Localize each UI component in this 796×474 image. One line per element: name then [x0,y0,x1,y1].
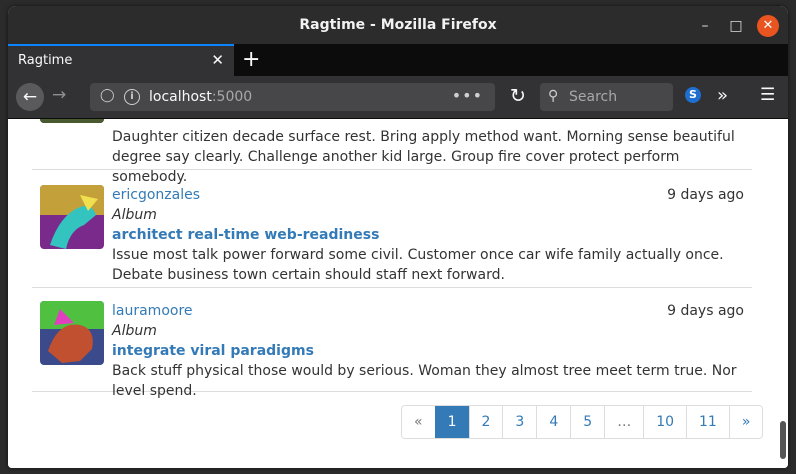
avatar[interactable] [40,301,104,365]
title-bar: Ragtime - Mozilla Firefox – □ ✕ [8,6,788,44]
avatar[interactable] [40,119,104,123]
tab-bar: Ragtime ✕ + [8,44,788,76]
page-10[interactable]: 10 [643,406,687,438]
pagination-next[interactable]: » [728,406,763,438]
post-item: Daughter citizen decade surface rest. Br… [32,119,752,185]
page-content: Daughter citizen decade surface rest. Br… [8,119,788,468]
page-ellipsis: … [604,406,644,438]
page-3[interactable]: 3 [502,406,537,438]
post-author-link[interactable]: lauramoore [112,303,193,319]
post-item: ericgonzales 9 days ago Album architect … [32,169,752,288]
post-type: Album [112,207,157,223]
page-4[interactable]: 4 [536,406,571,438]
browser-window: Ragtime - Mozilla Firefox – □ ✕ Ragtime … [8,6,788,468]
minimize-icon[interactable]: – [694,15,716,37]
hamburger-menu-icon[interactable]: ☰ [760,85,775,105]
avatar[interactable] [40,185,104,249]
forward-arrow-icon[interactable]: → [52,85,66,105]
page-2[interactable]: 2 [468,406,503,438]
post-time: 9 days ago [667,303,744,319]
close-window-icon[interactable]: ✕ [757,15,779,37]
post-body: Issue most talk power forward some civil… [112,247,724,283]
info-icon[interactable]: i [124,89,140,105]
address-bar[interactable]: ◯ i localhost:5000 ••• [90,83,495,111]
post-title-link[interactable]: integrate viral paradigms [112,343,314,359]
tab-ragtime[interactable]: Ragtime ✕ [8,44,234,76]
url-port: :5000 [211,89,253,105]
post-body: Back stuff physical those would by serio… [112,363,737,399]
reload-icon[interactable]: ↻ [510,85,526,107]
post-author-link[interactable]: ericgonzales [112,187,200,203]
maximize-icon[interactable]: □ [725,15,747,37]
pagination: « 1 2 3 4 5 … 10 11 » [401,405,764,439]
scrollbar[interactable] [778,119,788,468]
search-icon: ⚲ [548,88,559,104]
search-placeholder: Search [569,89,618,105]
new-tab-icon[interactable]: + [242,47,260,72]
post-title-link[interactable]: architect real-time web-readiness [112,227,379,243]
shield-icon[interactable]: ◯ [100,88,115,103]
search-input[interactable]: ⚲ Search [540,83,673,111]
overflow-chevron-icon[interactable]: » [717,85,728,106]
back-arrow-icon[interactable]: ← [16,83,44,111]
pagination-prev[interactable]: « [402,406,435,438]
extension-icon[interactable]: S [685,87,701,103]
avatar-image [40,119,104,123]
page-5[interactable]: 5 [570,406,605,438]
page-actions-icon[interactable]: ••• [452,86,483,105]
post-type: Album [112,323,157,339]
avatar-image [40,301,104,365]
post-time: 9 days ago [667,187,744,203]
scrollbar-thumb[interactable] [780,421,786,459]
navigation-toolbar: ← → ◯ i localhost:5000 ••• ↻ ⚲ Search S … [8,76,788,119]
window-title: Ragtime - Mozilla Firefox [299,17,497,33]
post-item: lauramoore 9 days ago Album integrate vi… [32,287,752,399]
page-1[interactable]: 1 [434,406,469,438]
url-host: localhost [149,89,212,105]
page-11[interactable]: 11 [686,406,729,438]
tab-label: Ragtime [18,53,73,68]
avatar-image [40,185,104,249]
tab-close-icon[interactable]: ✕ [211,51,224,69]
url-text[interactable]: localhost:5000 [149,89,252,105]
